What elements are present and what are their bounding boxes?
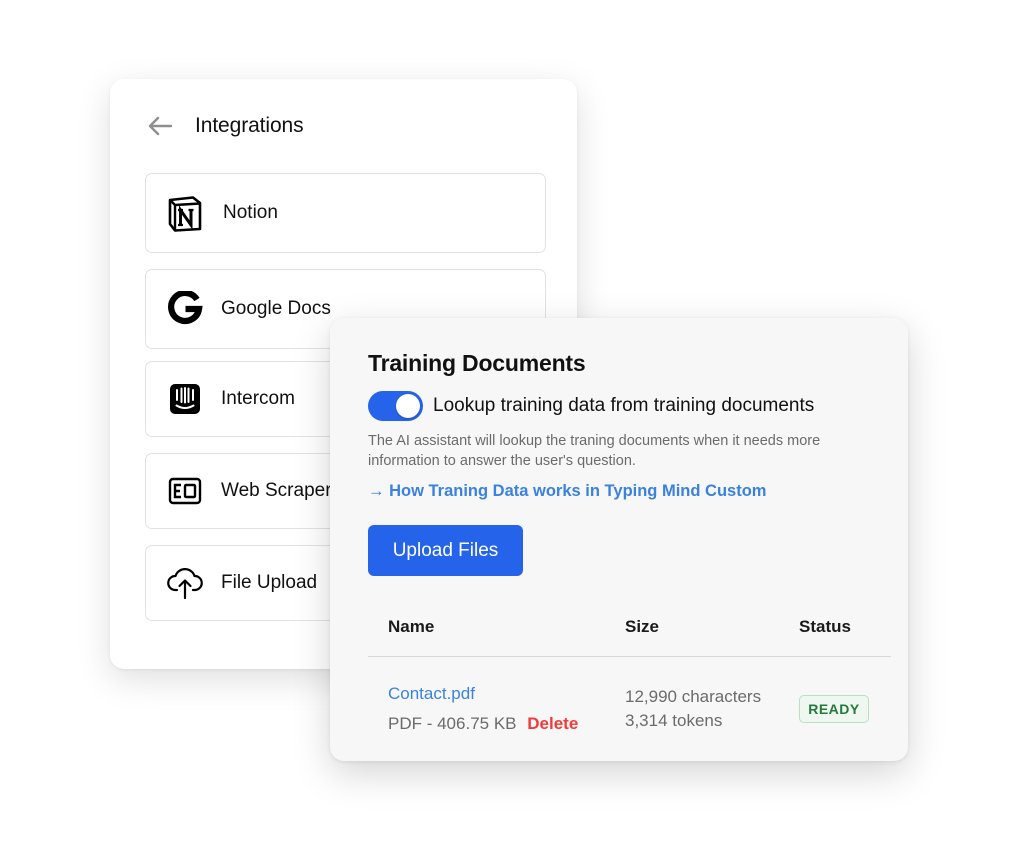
lookup-toggle-row: Lookup training data from training docum…	[368, 391, 814, 421]
file-meta: PDF - 406.75 KB Delete	[388, 714, 578, 734]
status-badge: READY	[799, 695, 869, 723]
integration-label: Intercom	[221, 388, 295, 409]
file-type-size: PDF - 406.75 KB	[388, 714, 517, 733]
integrations-header: Integrations	[146, 111, 304, 141]
integration-label: Web Scraper	[221, 480, 332, 501]
integration-label: Google Docs	[221, 298, 331, 319]
file-characters: 12,990 characters	[625, 687, 762, 706]
integration-item-notion[interactable]: Notion	[145, 173, 546, 253]
toggle-label: Lookup training data from training docum…	[433, 395, 815, 416]
toggle-knob	[396, 394, 420, 418]
training-documents-panel: Training Documents Lookup training data …	[330, 318, 908, 761]
delete-file-button[interactable]: Delete	[527, 714, 578, 733]
cloud-upload-icon	[165, 563, 205, 603]
column-header-name: Name	[388, 617, 435, 636]
intercom-icon	[165, 379, 205, 419]
file-name-link[interactable]: Contact.pdf	[388, 684, 475, 704]
file-tokens: 3,314 tokens	[625, 711, 723, 730]
notion-icon	[165, 193, 205, 233]
column-header-status: Status	[799, 617, 851, 636]
integration-label: File Upload	[221, 572, 318, 593]
arrow-left-icon[interactable]	[146, 112, 174, 140]
training-docs-link[interactable]: → How Traning Data works in Typing Mind …	[368, 482, 766, 501]
column-header-size: Size	[625, 617, 660, 636]
integrations-title: Integrations	[195, 114, 304, 137]
table-divider	[368, 656, 891, 657]
integration-label: Notion	[223, 202, 278, 223]
training-title: Training Documents	[368, 350, 586, 376]
google-icon	[165, 289, 205, 329]
training-description: The AI assistant will lookup the traning…	[368, 433, 821, 469]
upload-files-button[interactable]: Upload Files	[368, 525, 523, 576]
lookup-toggle[interactable]	[368, 391, 423, 421]
web-scraper-icon	[165, 471, 205, 511]
